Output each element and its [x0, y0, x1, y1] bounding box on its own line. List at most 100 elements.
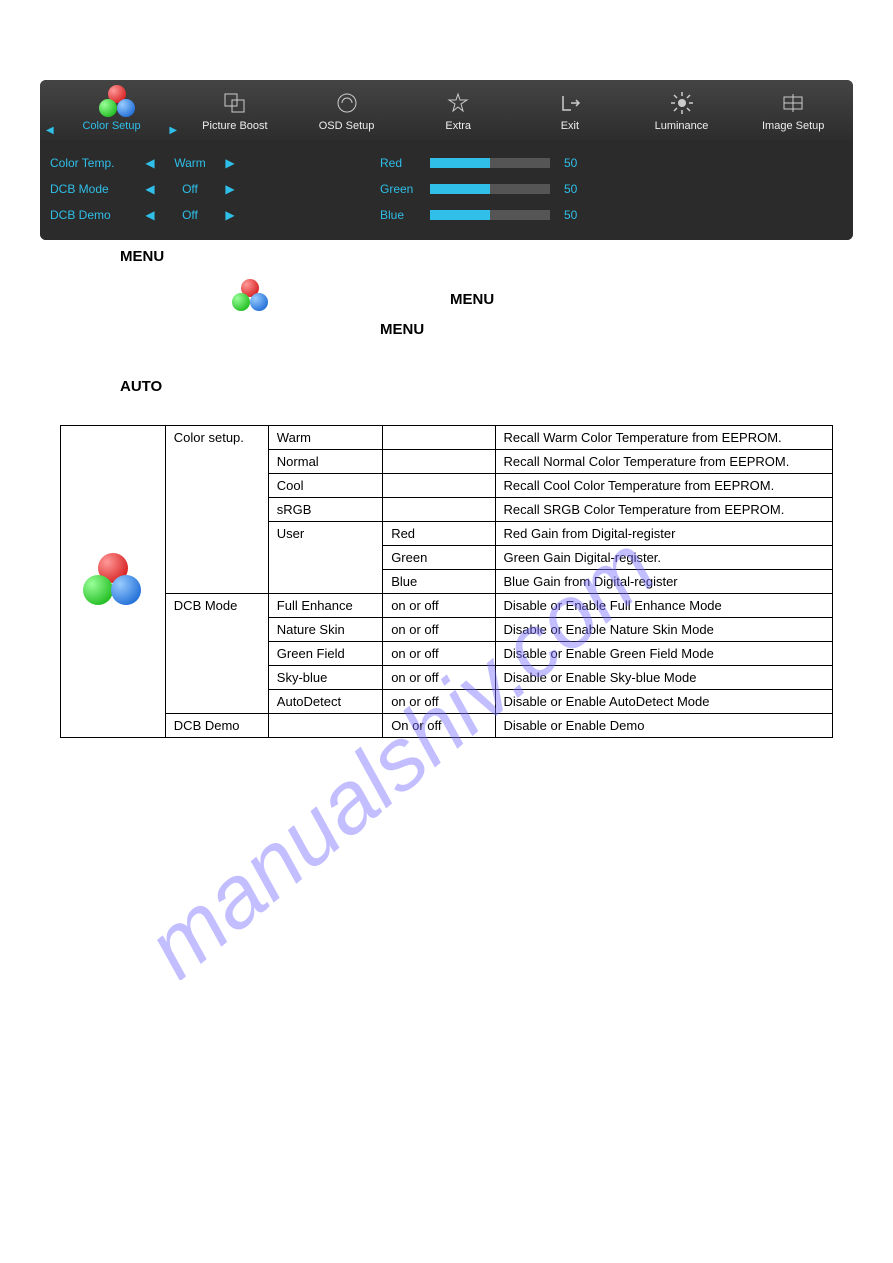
osd-body: Color Temp. ◀ Warm ▶ DCB Mode ◀ Off ▶ DC…: [40, 140, 853, 240]
extra-icon: [443, 90, 473, 116]
table-cell: Blue Gain from Digital-register: [495, 570, 832, 594]
tab-label: Color Setup: [82, 120, 140, 132]
table-cell: User: [268, 522, 382, 594]
tab-label: Extra: [445, 120, 471, 132]
table-cell: Nature Skin: [268, 618, 382, 642]
table-cell: Disable or Enable Nature Skin Mode: [495, 618, 832, 642]
table-icon-cell: [61, 426, 166, 738]
tab-picture-boost[interactable]: Picture Boost: [179, 86, 291, 136]
channel-value: 50: [564, 156, 594, 170]
table-cell: Red: [383, 522, 495, 546]
decrease-icon[interactable]: ◀: [140, 208, 160, 222]
table-cell: Green Field: [268, 642, 382, 666]
menu-key: MENU: [450, 291, 494, 308]
setting-value: Off: [160, 208, 220, 222]
increase-icon[interactable]: ▶: [220, 182, 240, 196]
table-cell: DCB Demo: [165, 714, 268, 738]
tab-extra[interactable]: Extra: [402, 86, 514, 136]
table-cell: Blue: [383, 570, 495, 594]
table-cell: on or off: [383, 666, 495, 690]
channel-value: 50: [564, 208, 594, 222]
menu-key: MENU: [120, 248, 164, 265]
menu-key: MENU: [380, 321, 424, 338]
table-cell: Recall SRGB Color Temperature from EEPRO…: [495, 498, 832, 522]
next-tab-icon[interactable]: ▶: [167, 125, 179, 136]
table-cell: on or off: [383, 618, 495, 642]
exit-icon: [555, 90, 585, 116]
table-cell: [383, 426, 495, 450]
table-cell: Normal: [268, 450, 382, 474]
osd-setting-dcb-demo: DCB Demo ◀ Off ▶: [50, 202, 320, 228]
instructions: MENU MENU MENU AUTO: [120, 248, 893, 395]
luminance-icon: [667, 90, 697, 116]
table-cell: Color setup.: [165, 426, 268, 594]
rgb-green: Green 50: [380, 176, 843, 202]
table-cell: DCB Mode: [165, 594, 268, 714]
table-cell: AutoDetect: [268, 690, 382, 714]
table-cell: Green Gain Digital-register.: [495, 546, 832, 570]
tab-label: Picture Boost: [202, 120, 267, 132]
slider-track[interactable]: [430, 158, 550, 168]
setting-value: Off: [160, 182, 220, 196]
setting-name: Color Temp.: [50, 156, 140, 170]
table-cell: On or off: [383, 714, 495, 738]
tab-label: Exit: [561, 120, 579, 132]
setting-name: DCB Mode: [50, 182, 140, 196]
table-cell: Warm: [268, 426, 382, 450]
rgb-red: Red 50: [380, 150, 843, 176]
prev-tab-icon[interactable]: ◀: [44, 125, 56, 136]
settings-table: Color setup. Warm Recall Warm Color Temp…: [60, 425, 833, 738]
osd-setting-color-temp: Color Temp. ◀ Warm ▶: [50, 150, 320, 176]
table-cell: Disable or Enable Sky-blue Mode: [495, 666, 832, 690]
channel-value: 50: [564, 182, 594, 196]
table-cell: Full Enhance: [268, 594, 382, 618]
table-cell: Disable or Enable Green Field Mode: [495, 642, 832, 666]
table-cell: [383, 474, 495, 498]
slider-track[interactable]: [430, 210, 550, 220]
table-cell: Recall Normal Color Temperature from EEP…: [495, 450, 832, 474]
table-cell: [383, 450, 495, 474]
tab-label: Image Setup: [762, 120, 824, 132]
tab-image-setup[interactable]: Image Setup: [737, 86, 849, 136]
decrease-icon[interactable]: ◀: [140, 156, 160, 170]
channel-name: Blue: [380, 208, 430, 222]
slider-track[interactable]: [430, 184, 550, 194]
tab-luminance[interactable]: Luminance: [626, 86, 738, 136]
tab-label: Luminance: [655, 120, 709, 132]
table-cell: on or off: [383, 594, 495, 618]
increase-icon[interactable]: ▶: [220, 156, 240, 170]
osd-setting-dcb-mode: DCB Mode ◀ Off ▶: [50, 176, 320, 202]
image-setup-icon: [778, 90, 808, 116]
table-cell: Sky-blue: [268, 666, 382, 690]
color-setup-icon: [83, 553, 143, 608]
table-cell: Disable or Enable Demo: [495, 714, 832, 738]
table-cell: Red Gain from Digital-register: [495, 522, 832, 546]
rgb-blue: Blue 50: [380, 202, 843, 228]
color-setup-icon: [97, 90, 127, 116]
tab-color-setup[interactable]: Color Setup: [56, 86, 168, 136]
tab-label: OSD Setup: [319, 120, 375, 132]
table-cell: Disable or Enable Full Enhance Mode: [495, 594, 832, 618]
table-cell: Recall Cool Color Temperature from EEPRO…: [495, 474, 832, 498]
table-cell: [268, 714, 382, 738]
channel-name: Red: [380, 156, 430, 170]
auto-key: AUTO: [120, 378, 162, 395]
picture-boost-icon: [220, 90, 250, 116]
tab-exit[interactable]: Exit: [514, 86, 626, 136]
setting-value: Warm: [160, 156, 220, 170]
table-cell: sRGB: [268, 498, 382, 522]
decrease-icon[interactable]: ◀: [140, 182, 160, 196]
channel-name: Green: [380, 182, 430, 196]
table-cell: on or off: [383, 642, 495, 666]
tab-osd-setup[interactable]: OSD Setup: [291, 86, 403, 136]
table-cell: Disable or Enable AutoDetect Mode: [495, 690, 832, 714]
setting-name: DCB Demo: [50, 208, 140, 222]
osd-panel: ◀ Color Setup ▶ Picture Boost OSD Setup …: [40, 80, 853, 240]
table-cell: Cool: [268, 474, 382, 498]
table-cell: on or off: [383, 690, 495, 714]
table-cell: Recall Warm Color Temperature from EEPRO…: [495, 426, 832, 450]
osd-setup-icon: [332, 90, 362, 116]
color-setup-icon: [230, 279, 270, 315]
table-cell: [383, 498, 495, 522]
increase-icon[interactable]: ▶: [220, 208, 240, 222]
